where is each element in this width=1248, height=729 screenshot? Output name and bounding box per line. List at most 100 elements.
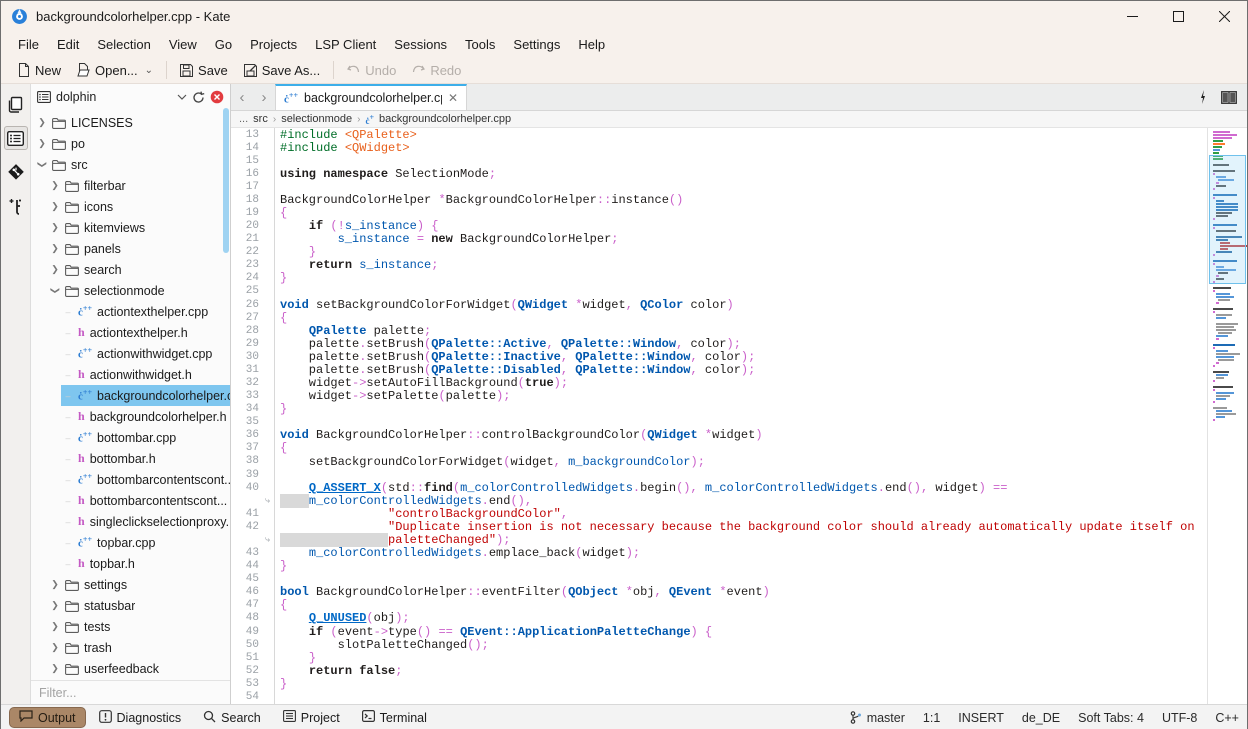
menu-projects[interactable]: Projects bbox=[241, 34, 306, 55]
tree-folder-search[interactable]: ❯search bbox=[31, 259, 230, 280]
line-number[interactable]: 45 bbox=[231, 573, 265, 585]
menu-help[interactable]: Help bbox=[569, 34, 614, 55]
code-line[interactable]: 40 Q_ASSERT_X(std::find(m_colorControlle… bbox=[231, 481, 1207, 494]
line-number[interactable]: 29 bbox=[231, 338, 265, 350]
line-number[interactable]: 19 bbox=[231, 207, 265, 219]
code-line[interactable]: 36void BackgroundColorHelper::controlBac… bbox=[231, 429, 1207, 442]
menu-selection[interactable]: Selection bbox=[88, 34, 159, 55]
expander-expanded-icon[interactable]: ❯ bbox=[50, 286, 61, 296]
expander-collapsed-icon[interactable]: ❯ bbox=[50, 264, 60, 275]
expander-collapsed-icon[interactable]: ❯ bbox=[50, 600, 60, 611]
line-number[interactable]: 25 bbox=[231, 285, 265, 297]
line-number[interactable]: 24 bbox=[231, 272, 265, 284]
chevron-down-icon[interactable]: ⌄ bbox=[145, 65, 153, 76]
new-button[interactable]: New bbox=[9, 60, 69, 81]
code-line[interactable]: 33 widget->setPalette(palette); bbox=[231, 390, 1207, 403]
line-number[interactable]: 54 bbox=[231, 691, 265, 703]
tree-folder-selectionmode[interactable]: ❯selectionmode bbox=[31, 280, 230, 301]
tree-file-bottombarcontentscont-[interactable]: –ċ++bottombarcontentscont... bbox=[31, 469, 230, 490]
line-number[interactable]: 13 bbox=[231, 129, 265, 141]
output-toolview-button[interactable]: Output bbox=[9, 707, 86, 728]
code-line[interactable]: 49 if (event->type() == QEvent::Applicat… bbox=[231, 625, 1207, 638]
breadcrumb-selectionmode[interactable]: selectionmode bbox=[281, 113, 352, 125]
tree-folder-icons[interactable]: ❯icons bbox=[31, 196, 230, 217]
code-line[interactable]: 41 "controlBackgroundColor", bbox=[231, 507, 1207, 520]
line-number[interactable]: 27 bbox=[231, 312, 265, 324]
code-line[interactable]: 21 s_instance = new BackgroundColorHelpe… bbox=[231, 233, 1207, 246]
code-line[interactable]: 27{ bbox=[231, 311, 1207, 324]
git-branch-indicator[interactable]: master bbox=[850, 711, 905, 725]
expander-collapsed-icon[interactable]: ❯ bbox=[50, 222, 60, 233]
tree-folder-settings[interactable]: ❯settings bbox=[31, 574, 230, 595]
breadcrumb-src[interactable]: src bbox=[253, 113, 268, 125]
tree-folder-licenses[interactable]: ❯LICENSES bbox=[31, 112, 230, 133]
line-number[interactable]: 15 bbox=[231, 155, 265, 167]
diagnostics-toolview-button[interactable]: Diagnostics bbox=[90, 708, 191, 728]
line-number[interactable]: 17 bbox=[231, 181, 265, 193]
code-line[interactable]: 46bool BackgroundColorHelper::eventFilte… bbox=[231, 586, 1207, 599]
tree-file-singleclickselectionproxy-[interactable]: –hsingleclickselectionproxy... bbox=[31, 511, 230, 532]
code-line[interactable]: 30 palette.setBrush(QPalette::Inactive, … bbox=[231, 350, 1207, 363]
quick-open-icon[interactable] bbox=[1199, 90, 1207, 104]
expander-collapsed-icon[interactable]: ❯ bbox=[50, 180, 60, 191]
code-line[interactable]: 54 bbox=[231, 690, 1207, 703]
expander-collapsed-icon[interactable]: ❯ bbox=[50, 579, 60, 590]
line-number[interactable]: 51 bbox=[231, 652, 265, 664]
project-toolview-button[interactable]: Project bbox=[274, 708, 349, 727]
line-number[interactable]: 40 bbox=[231, 482, 265, 494]
minimap-viewport-handle[interactable] bbox=[1209, 155, 1246, 284]
code-line[interactable]: 14#include <QWidget> bbox=[231, 141, 1207, 154]
git-sidebar-button[interactable] bbox=[4, 160, 28, 184]
line-number[interactable]: 23 bbox=[231, 259, 265, 271]
line-number[interactable]: 46 bbox=[231, 586, 265, 598]
search-toolview-button[interactable]: Search bbox=[194, 708, 270, 728]
line-number[interactable]: 52 bbox=[231, 665, 265, 677]
code-line[interactable]: 47{ bbox=[231, 599, 1207, 612]
code-line[interactable]: 23 return s_instance; bbox=[231, 259, 1207, 272]
code-line[interactable]: 25 bbox=[231, 285, 1207, 298]
line-number[interactable]: 33 bbox=[231, 390, 265, 402]
redo-button[interactable]: Redo bbox=[404, 60, 469, 81]
code-line[interactable]: 53} bbox=[231, 677, 1207, 690]
tree-folder-kitemviews[interactable]: ❯kitemviews bbox=[31, 217, 230, 238]
code-line[interactable]: 38 setBackgroundColorForWidget(widget, m… bbox=[231, 455, 1207, 468]
line-number[interactable]: 35 bbox=[231, 416, 265, 428]
code-line[interactable]: ⤷ paletteChanged"); bbox=[231, 533, 1207, 546]
line-number[interactable]: 48 bbox=[231, 612, 265, 624]
line-number[interactable]: 16 bbox=[231, 168, 265, 180]
minimize-button[interactable] bbox=[1109, 1, 1155, 31]
code-line[interactable]: 32 widget->setAutoFillBackground(true); bbox=[231, 376, 1207, 389]
code-line[interactable]: 45 bbox=[231, 573, 1207, 586]
minimap-scrollbar[interactable] bbox=[1207, 128, 1247, 704]
breadcrumb-overflow[interactable]: ... bbox=[239, 113, 248, 125]
tree-file-backgroundcolorhelper-c-[interactable]: –ċ++backgroundcolorhelper.c... bbox=[31, 385, 230, 406]
code-line[interactable]: 29 palette.setBrush(QPalette::Active, QP… bbox=[231, 337, 1207, 350]
tree-file-actionwithwidget-cpp[interactable]: –ċ++actionwithwidget.cpp bbox=[31, 343, 230, 364]
code-line[interactable]: 22 } bbox=[231, 246, 1207, 259]
maximize-button[interactable] bbox=[1155, 1, 1201, 31]
save-button[interactable]: Save bbox=[172, 60, 236, 81]
tree-file-topbar-h[interactable]: –htopbar.h bbox=[31, 553, 230, 574]
tree-folder-filterbar[interactable]: ❯filterbar bbox=[31, 175, 230, 196]
code-line[interactable]: 52 return false; bbox=[231, 664, 1207, 677]
tree-folder-statusbar[interactable]: ❯statusbar bbox=[31, 595, 230, 616]
line-number[interactable]: 37 bbox=[231, 442, 265, 454]
code-line[interactable]: 44} bbox=[231, 560, 1207, 573]
expander-collapsed-icon[interactable]: ❯ bbox=[50, 621, 60, 632]
undo-button[interactable]: Undo bbox=[339, 60, 404, 81]
close-button[interactable] bbox=[1201, 1, 1247, 31]
cursor-position[interactable]: 1:1 bbox=[923, 711, 940, 725]
line-number[interactable]: 43 bbox=[231, 547, 265, 559]
expander-collapsed-icon[interactable]: ❯ bbox=[50, 642, 60, 653]
project-filter[interactable]: Filter... bbox=[31, 680, 230, 704]
code-line[interactable]: 24} bbox=[231, 272, 1207, 285]
line-number[interactable]: 50 bbox=[231, 639, 265, 651]
code-line[interactable]: 34} bbox=[231, 403, 1207, 416]
menu-settings[interactable]: Settings bbox=[504, 34, 569, 55]
line-number[interactable]: 21 bbox=[231, 233, 265, 245]
code-line[interactable]: 51 } bbox=[231, 651, 1207, 664]
line-number[interactable]: 36 bbox=[231, 429, 265, 441]
tab-backgroundcolorhelper[interactable]: ċ++ backgroundcolorhelper.cpp ✕ bbox=[275, 84, 467, 110]
project-sidebar-button[interactable] bbox=[4, 126, 28, 150]
line-number[interactable]: 22 bbox=[231, 246, 265, 258]
